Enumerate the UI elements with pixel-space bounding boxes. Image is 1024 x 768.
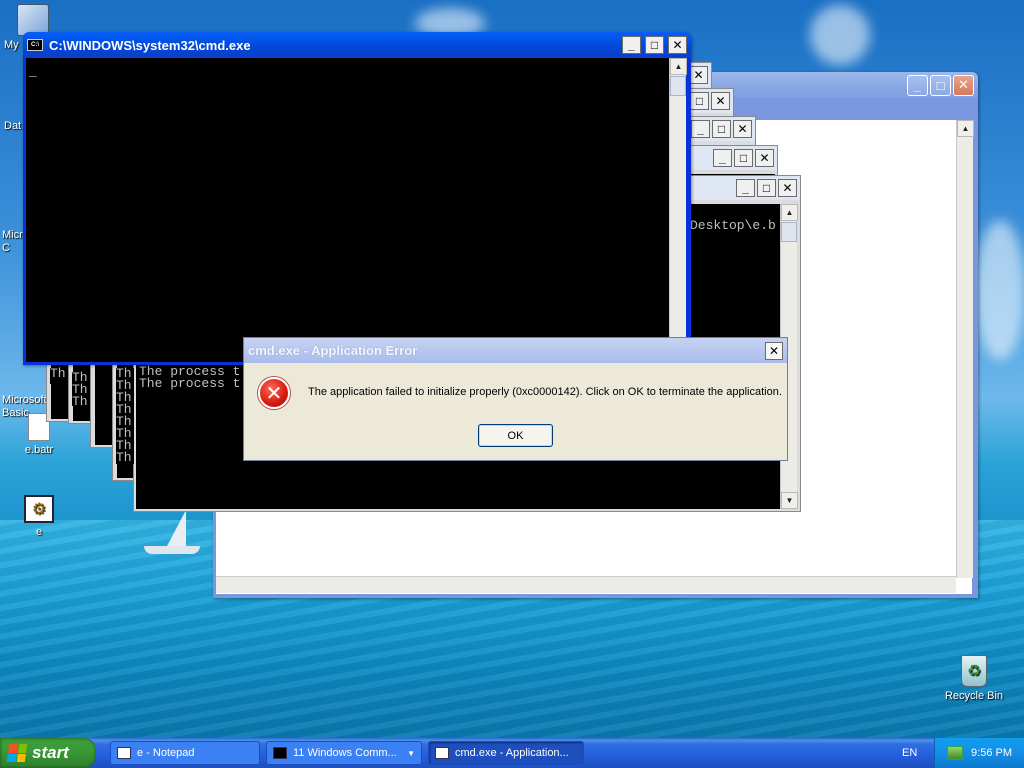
dialog-titlebar[interactable]: cmd.exe - Application Error ✕ xyxy=(244,338,787,363)
window-title: C:\WINDOWS\system32\cmd.exe xyxy=(49,37,251,53)
maximize-icon[interactable]: □ xyxy=(712,120,731,138)
close-icon[interactable]: ✕ xyxy=(953,74,974,96)
minimize-icon[interactable]: _ xyxy=(713,149,732,167)
scroll-up-icon[interactable]: ▲ xyxy=(781,204,798,221)
cloud xyxy=(975,220,1024,360)
chevron-down-icon[interactable]: ▼ xyxy=(407,749,415,758)
minimize-icon[interactable]: _ xyxy=(907,74,928,96)
close-icon[interactable]: ✕ xyxy=(755,149,774,167)
cmd-main-titlebar[interactable]: C:\ C:\WINDOWS\system32\cmd.exe _ □ ✕ xyxy=(23,32,691,58)
close-icon[interactable]: ✕ xyxy=(733,120,752,138)
console-fragment: Th Th Th Th Th Th Th Th xyxy=(116,367,134,464)
minimize-icon[interactable]: _ xyxy=(622,36,641,54)
cmd-main-vscroll[interactable]: ▲ xyxy=(669,58,687,362)
maximize-icon[interactable]: □ xyxy=(757,179,776,197)
desktop-icon-recycle-bin[interactable]: ♻ Recycle Bin xyxy=(938,655,1010,703)
minimize-icon[interactable]: _ xyxy=(736,179,755,197)
taskbar-item-app-error[interactable]: cmd.exe - Application... xyxy=(428,741,584,765)
icon-label: e xyxy=(35,526,43,538)
dialog-title: cmd.exe - Application Error xyxy=(248,343,418,358)
language-indicator[interactable]: EN xyxy=(902,747,917,759)
dialog-window-icon xyxy=(435,747,449,759)
taskbar-item-notepad[interactable]: e - Notepad xyxy=(110,741,260,765)
console-line: The process t xyxy=(139,376,241,391)
application-error-dialog[interactable]: cmd.exe - Application Error ✕ ✕ The appl… xyxy=(243,337,788,461)
sailboat-wallpaper xyxy=(140,510,202,558)
scroll-down-icon[interactable]: ▼ xyxy=(781,492,798,509)
scroll-up-icon[interactable]: ▲ xyxy=(957,120,974,137)
taskbar-item-label: e - Notepad xyxy=(137,747,195,759)
clock[interactable]: 9:56 PM xyxy=(971,747,1012,759)
system-tray: 9:56 PM xyxy=(934,738,1024,768)
scroll-thumb[interactable] xyxy=(781,222,797,242)
cloud xyxy=(810,5,870,65)
icon-label: e.batr xyxy=(24,444,54,456)
notepad-vscroll[interactable]: ▲ xyxy=(956,120,974,578)
text-cursor: _ xyxy=(29,64,37,79)
notepad-icon xyxy=(117,747,131,759)
taskbar-item-label: cmd.exe - Application... xyxy=(455,747,569,759)
desktop-icon-e[interactable]: ⚙ e xyxy=(4,495,74,539)
close-icon[interactable]: ✕ xyxy=(765,341,783,360)
scroll-thumb[interactable] xyxy=(670,76,686,96)
close-icon[interactable]: ✕ xyxy=(711,92,730,110)
maximize-icon[interactable]: □ xyxy=(734,149,753,167)
notepad-hscroll[interactable] xyxy=(216,576,956,593)
windows-flag-icon xyxy=(6,744,28,762)
cmd-app-icon: C:\ xyxy=(27,39,43,51)
cmd-main-window[interactable]: C:\ C:\WINDOWS\system32\cmd.exe _ □ ✕ _ … xyxy=(23,32,691,365)
start-label: start xyxy=(32,743,69,762)
cmd-icon xyxy=(273,747,287,759)
icon-label: Recycle Bin xyxy=(944,690,1004,702)
start-button[interactable]: start xyxy=(0,738,96,768)
dialog-message: The application failed to initialize pro… xyxy=(308,386,782,398)
ok-button[interactable]: OK xyxy=(478,424,553,447)
console-fragment: Th xyxy=(50,367,68,384)
maximize-icon[interactable]: □ xyxy=(690,92,709,110)
console-path-text: Desktop\e.b xyxy=(690,218,776,233)
close-icon[interactable]: ✕ xyxy=(668,36,687,54)
recycle-bin-icon: ♻ xyxy=(961,655,987,687)
batch-file-gear-icon: ⚙ xyxy=(24,495,54,523)
close-icon[interactable]: ✕ xyxy=(778,179,797,197)
taskbar-item-cmd-group[interactable]: 11 Windows Comm... ▼ xyxy=(266,741,422,765)
taskbar-item-label: 11 Windows Comm... xyxy=(293,747,397,759)
taskbar: start e - Notepad 11 Windows Comm... ▼ c… xyxy=(0,738,1024,768)
network-icon[interactable] xyxy=(947,746,964,760)
error-icon: ✕ xyxy=(258,377,290,409)
scroll-up-icon[interactable]: ▲ xyxy=(670,58,687,75)
close-icon[interactable]: ✕ xyxy=(689,66,708,84)
maximize-icon[interactable]: □ xyxy=(930,74,951,96)
console-fragment: Th Th Th xyxy=(72,371,90,408)
cmd-main-console[interactable]: _ xyxy=(26,58,669,362)
maximize-icon[interactable]: □ xyxy=(645,36,664,54)
minimize-icon[interactable]: _ xyxy=(691,120,710,138)
